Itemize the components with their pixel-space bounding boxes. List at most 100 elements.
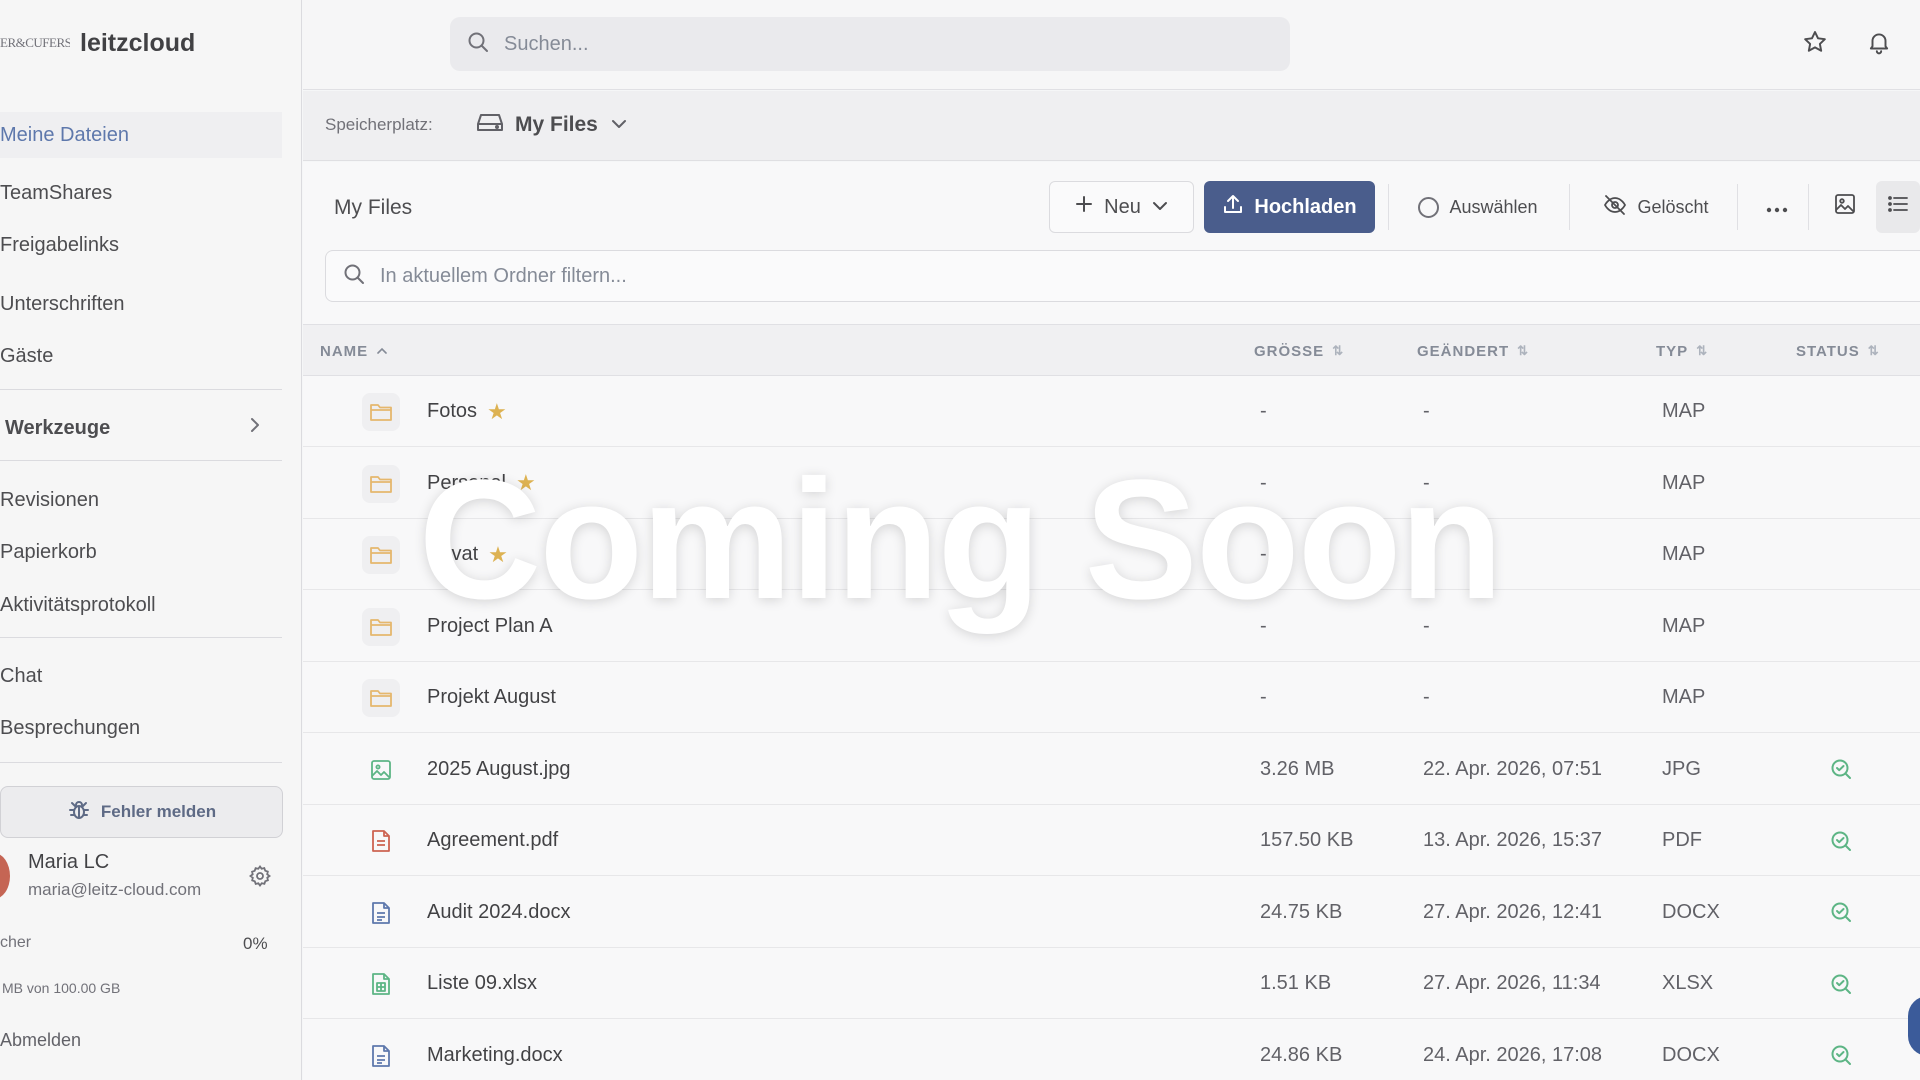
file-size: - (1260, 543, 1267, 565)
column-header-name[interactable]: NAME (320, 325, 388, 377)
sort-asc-icon (376, 344, 388, 359)
select-checkbox (1418, 196, 1440, 218)
image-file-icon (362, 751, 400, 789)
upload-button[interactable]: Hochladen (1204, 181, 1375, 233)
file-type: MAP (1662, 400, 1706, 422)
file-modified: 27. Apr. 2026, 11:34 (1423, 972, 1601, 994)
toolbar-divider (1569, 184, 1570, 230)
plus-icon (1074, 194, 1094, 220)
status-verified-icon (1830, 1020, 1852, 1080)
file-name: Marketing.docx (427, 1043, 563, 1066)
table-row[interactable]: Liste 09.xlsx 1.51 KB 27. Apr. 2026, 11:34… (303, 948, 1920, 1019)
file-type: MAP (1662, 543, 1706, 565)
table-row[interactable]: Audit 2024.docx 24.75 KB 27. Apr. 2026, 12… (303, 876, 1920, 948)
column-header-status[interactable]: STATUS ⇅ (1796, 325, 1879, 377)
favorites-button[interactable] (1798, 27, 1832, 61)
file-type: MAP (1662, 471, 1706, 494)
select-label: Auswählen (1449, 196, 1538, 217)
show-deleted-button[interactable]: Gelöscht (1593, 181, 1719, 233)
brand[interactable]: ER&CUFERS leitzcloud (0, 26, 195, 60)
avatar[interactable] (0, 853, 10, 899)
sidebar-item-teamshares[interactable]: TeamShares (0, 170, 282, 216)
sidebar-item-revisionen[interactable]: Revisionen (0, 477, 282, 523)
sidebar-item-chat[interactable]: Chat (0, 653, 282, 699)
report-bug-button[interactable]: Fehler melden (0, 786, 283, 838)
table-header: NAME GRÖSSE ⇅ GEÄNDERT ⇅ TYP ⇅ STATUS ⇅ (303, 324, 1920, 376)
search-input[interactable]: Suchen... (450, 17, 1290, 71)
file-modified: - (1423, 543, 1430, 565)
file-size: 24.75 KB (1260, 900, 1343, 923)
storage-label: cher (0, 934, 32, 951)
file-modified: - (1423, 614, 1430, 637)
status-verified-icon (1830, 734, 1852, 805)
sidebar-item-freigabelinks[interactable]: Freigabelinks (0, 222, 282, 268)
pdf-file-icon (362, 822, 400, 860)
column-header-type[interactable]: TYP ⇅ (1656, 325, 1707, 377)
location-label: Speicherplatz: (325, 115, 433, 134)
list-view-button[interactable] (1876, 181, 1920, 233)
table-row[interactable]: Projekt August - - MAP (303, 662, 1920, 733)
notifications-button[interactable] (1862, 27, 1896, 61)
location-select[interactable]: My Files (477, 107, 628, 143)
file-size: - (1260, 686, 1267, 708)
column-header-label: NAME (320, 342, 369, 360)
user-settings-button[interactable] (246, 864, 274, 892)
sidebar-item-label: Besprechungen (0, 716, 141, 739)
sidebar-item-unterschriften[interactable]: Unterschriften (0, 281, 282, 327)
topbar: Suchen... (303, 0, 1920, 90)
file-name: Liste 09.xlsx (427, 972, 538, 994)
sidebar-divider (0, 460, 282, 461)
folder-filter-input[interactable]: In aktuellem Ordner filtern... (325, 250, 1920, 302)
sidebar-item-label: TeamShares (0, 181, 113, 204)
star-outline-icon (1802, 29, 1828, 60)
sidebar-item-papierkorb[interactable]: Papierkorb (0, 529, 282, 575)
document-file-icon (362, 894, 400, 932)
star-filled-icon[interactable]: ★ (488, 542, 508, 568)
select-button[interactable]: Auswählen (1413, 181, 1543, 233)
sort-icon: ⇅ (1867, 343, 1879, 358)
file-modified: - (1423, 400, 1430, 422)
sidebar-item-label: Papierkorb (0, 540, 97, 563)
table-row[interactable]: Privat ★ - - MAP (303, 519, 1920, 590)
column-header-size[interactable]: GRÖSSE ⇅ (1254, 325, 1343, 377)
file-name-cell: Fotos ★ (427, 376, 507, 447)
more-options-button[interactable] (1755, 181, 1799, 233)
star-filled-icon[interactable]: ★ (487, 399, 507, 425)
sidebar-item-label: Chat (0, 664, 43, 687)
user-name: Maria LC (28, 851, 110, 873)
folder-title: My Files (334, 196, 413, 219)
sort-icon: ⇅ (1517, 343, 1529, 358)
sidebar-item-gaeste[interactable]: Gäste (0, 333, 282, 379)
table-row[interactable]: Fotos ★ - - MAP (303, 376, 1920, 447)
table-row[interactable]: Marketing.docx 24.86 KB 24. Apr. 2026, 17:… (303, 1019, 1920, 1080)
sidebar-item-aktivitaetsprotokoll[interactable]: Aktivitätsprotokoll (0, 582, 282, 628)
table-row[interactable]: Personal ★ - - MAP (303, 447, 1920, 519)
file-modified: 27. Apr. 2026, 12:41 (1423, 900, 1603, 923)
star-filled-icon[interactable]: ★ (516, 470, 536, 496)
gallery-view-button[interactable] (1823, 181, 1867, 233)
column-header-modified[interactable]: GEÄNDERT ⇅ (1417, 325, 1528, 377)
sidebar-item-werkzeuge[interactable]: Werkzeuge (0, 405, 282, 451)
file-modified: - (1423, 686, 1430, 708)
table-row[interactable]: Agreement.pdf 157.50 KB 13. Apr. 2026, 15:… (303, 805, 1920, 876)
new-button[interactable]: Neu (1049, 181, 1194, 233)
file-type: MAP (1662, 686, 1706, 708)
file-name: Privat (427, 543, 479, 565)
file-name-cell: Liste 09.xlsx (427, 948, 537, 1019)
file-type: PDF (1662, 829, 1702, 851)
more-horizontal-icon (1766, 196, 1788, 219)
folder-icon (362, 464, 400, 503)
brand-name: leitzcloud (80, 28, 196, 57)
eye-off-icon (1603, 193, 1627, 222)
image-icon (1833, 192, 1857, 222)
list-icon (1886, 192, 1910, 222)
status-verified-icon (1830, 877, 1852, 948)
file-type: DOCX (1662, 1043, 1720, 1066)
sidebar-item-besprechungen[interactable]: Besprechungen (0, 705, 282, 751)
logout-link[interactable]: Abmelden (0, 1030, 81, 1051)
sidebar-item-meine-dateien[interactable]: Meine Dateien (0, 112, 282, 158)
upload-label: Hochladen (1254, 195, 1357, 218)
table-row[interactable]: Project Plan A - - MAP (303, 590, 1920, 662)
table-row[interactable]: 2025 August.jpg 3.26 MB 22. Apr. 2026, 07:… (303, 733, 1920, 805)
status-verified-icon (1830, 948, 1852, 1019)
